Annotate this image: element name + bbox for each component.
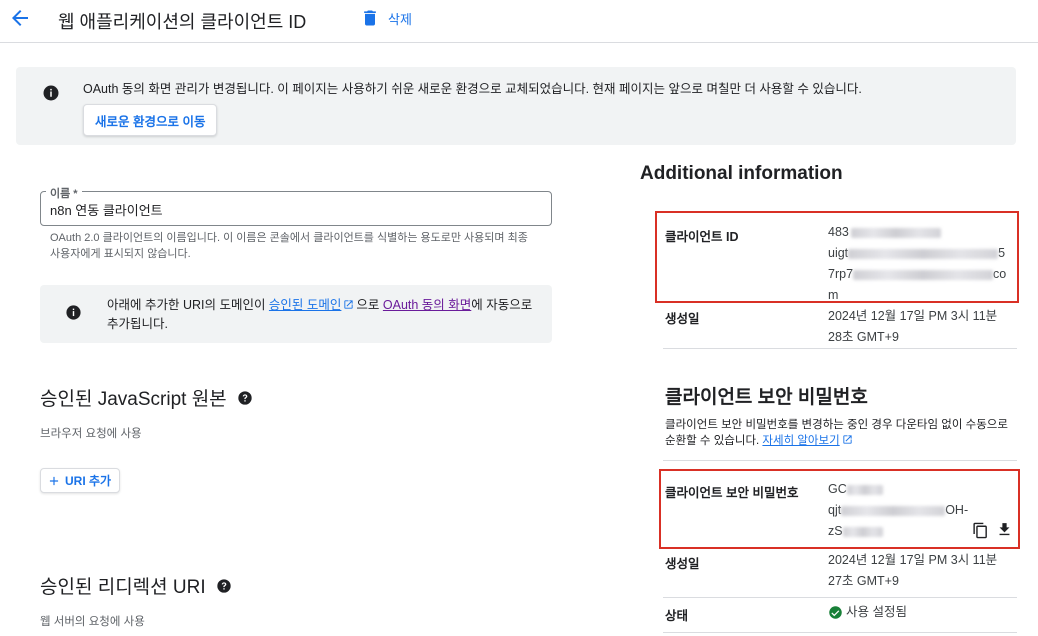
check-circle-icon bbox=[829, 606, 842, 619]
info-icon bbox=[43, 85, 59, 101]
client-secret-value[interactable]: GC qjt OH- zS bbox=[828, 479, 978, 542]
client-id-line3-end: co bbox=[993, 267, 1007, 281]
divider bbox=[663, 460, 1017, 461]
divider bbox=[663, 597, 1017, 598]
help-icon[interactable] bbox=[216, 578, 232, 594]
redirect-uris-section: 승인된 리디렉션 URI bbox=[40, 572, 232, 599]
learn-more-link[interactable]: 자세히 알아보기 bbox=[762, 435, 839, 447]
secret-line1: GC bbox=[828, 482, 847, 496]
go-to-new-experience-button[interactable]: 새로운 환경으로 이동 bbox=[83, 104, 218, 136]
client-id-line4: m bbox=[828, 288, 839, 302]
name-helper-text: OAuth 2.0 클라이언트의 이름입니다. 이 이름은 콘솔에서 클라이언트… bbox=[50, 232, 528, 260]
top-bar: 웹 애플리케이션의 클라이언트 ID 삭제 bbox=[0, 0, 1038, 43]
status-text: 사용 설정됨 bbox=[846, 605, 907, 619]
additional-info-title: Additional information bbox=[640, 163, 843, 184]
client-id-line2-start: uigt bbox=[828, 246, 849, 260]
back-arrow-icon[interactable] bbox=[8, 6, 32, 30]
banner-text: OAuth 동의 화면 관리가 변경됩니다. 이 페이지는 사용하기 쉬운 새로… bbox=[83, 82, 862, 96]
redirect-uris-title: 승인된 리디렉션 URI bbox=[40, 577, 206, 598]
divider bbox=[663, 632, 1017, 633]
add-uri-label: URI 추가 bbox=[65, 474, 112, 488]
secret-line2-start: qjt bbox=[828, 503, 842, 517]
uri-info-text-middle: 으로 bbox=[356, 298, 383, 312]
client-id-label: 클라이언트 ID bbox=[665, 230, 739, 244]
secret-created-value: 2024년 12월 17일 PM 3시 11분 27초 GMT+9 bbox=[828, 553, 998, 588]
created-label: 생성일 bbox=[665, 312, 700, 326]
copy-icon[interactable] bbox=[972, 522, 989, 539]
authorized-domains-link[interactable]: 승인된 도메인 bbox=[269, 298, 341, 312]
status-value: 사용 설정됨 bbox=[828, 602, 907, 623]
download-icon[interactable] bbox=[996, 521, 1013, 538]
info-icon bbox=[66, 305, 81, 320]
add-uri-button[interactable]: URI 추가 bbox=[40, 468, 121, 493]
delete-label: 삭제 bbox=[388, 11, 412, 27]
uri-info-text: 아래에 추가한 URI의 도메인이 승인된 도메인 으로 OAuth 동의 화면에… bbox=[107, 296, 547, 334]
page-title: 웹 애플리케이션의 클라이언트 ID bbox=[58, 12, 307, 32]
delete-button[interactable]: 삭제 bbox=[360, 6, 412, 30]
migration-banner: OAuth 동의 화면 관리가 변경됩니다. 이 페이지는 사용하기 쉬운 새로… bbox=[16, 67, 1016, 145]
redirect-uris-subtitle: 웹 서버의 요청에 사용 bbox=[40, 616, 145, 628]
oauth-consent-screen-link[interactable]: OAuth 동의 화면 bbox=[383, 298, 471, 312]
external-link-icon bbox=[843, 435, 852, 444]
secret-line2-end: OH- bbox=[945, 503, 969, 517]
name-field-label: 이름 * bbox=[46, 185, 82, 201]
redacted-block bbox=[846, 484, 883, 495]
secret-line3: zS bbox=[828, 524, 843, 538]
client-id-line3-start: 7rp7 bbox=[828, 267, 854, 281]
client-id-line2-end: 5 bbox=[998, 246, 1006, 260]
client-secret-description: 클라이언트 보안 비밀번호를 변경하는 중인 경우 다운타임 없이 수동으로 순… bbox=[665, 417, 1015, 449]
client-id-line1: 483 bbox=[828, 225, 849, 239]
status-label: 상태 bbox=[665, 609, 689, 623]
uri-info-text-before: 아래에 추가한 URI의 도메인이 bbox=[107, 298, 269, 312]
js-origins-subtitle: 브라우저 요청에 사용 bbox=[40, 428, 142, 440]
client-secret-label: 클라이언트 보안 비밀번호 bbox=[665, 486, 799, 500]
js-origins-section: 승인된 JavaScript 원본 bbox=[40, 384, 253, 411]
redacted-block bbox=[841, 505, 946, 516]
help-icon[interactable] bbox=[237, 390, 253, 406]
plus-icon bbox=[49, 476, 59, 485]
divider bbox=[663, 348, 1017, 349]
trash-icon bbox=[364, 10, 376, 26]
name-input-value[interactable]: n8n 연동 클라이언트 bbox=[50, 200, 163, 219]
client-secret-title: 클라이언트 보안 비밀번호 bbox=[665, 387, 868, 408]
redacted-block bbox=[850, 227, 941, 238]
external-link-icon bbox=[344, 300, 354, 309]
client-id-value[interactable]: 483 uigt 5 7rp7 co m bbox=[828, 222, 1013, 306]
secret-created-label: 생성일 bbox=[665, 557, 700, 571]
js-origins-title: 승인된 JavaScript 원본 bbox=[40, 389, 227, 410]
redacted-block bbox=[853, 269, 994, 280]
created-value: 2024년 12월 17일 PM 3시 11분 28초 GMT+9 bbox=[828, 309, 998, 344]
redacted-block bbox=[842, 526, 883, 537]
uri-domain-info-box: 아래에 추가한 URI의 도메인이 승인된 도메인 으로 OAuth 동의 화면에… bbox=[40, 285, 552, 343]
redacted-block bbox=[848, 248, 999, 259]
